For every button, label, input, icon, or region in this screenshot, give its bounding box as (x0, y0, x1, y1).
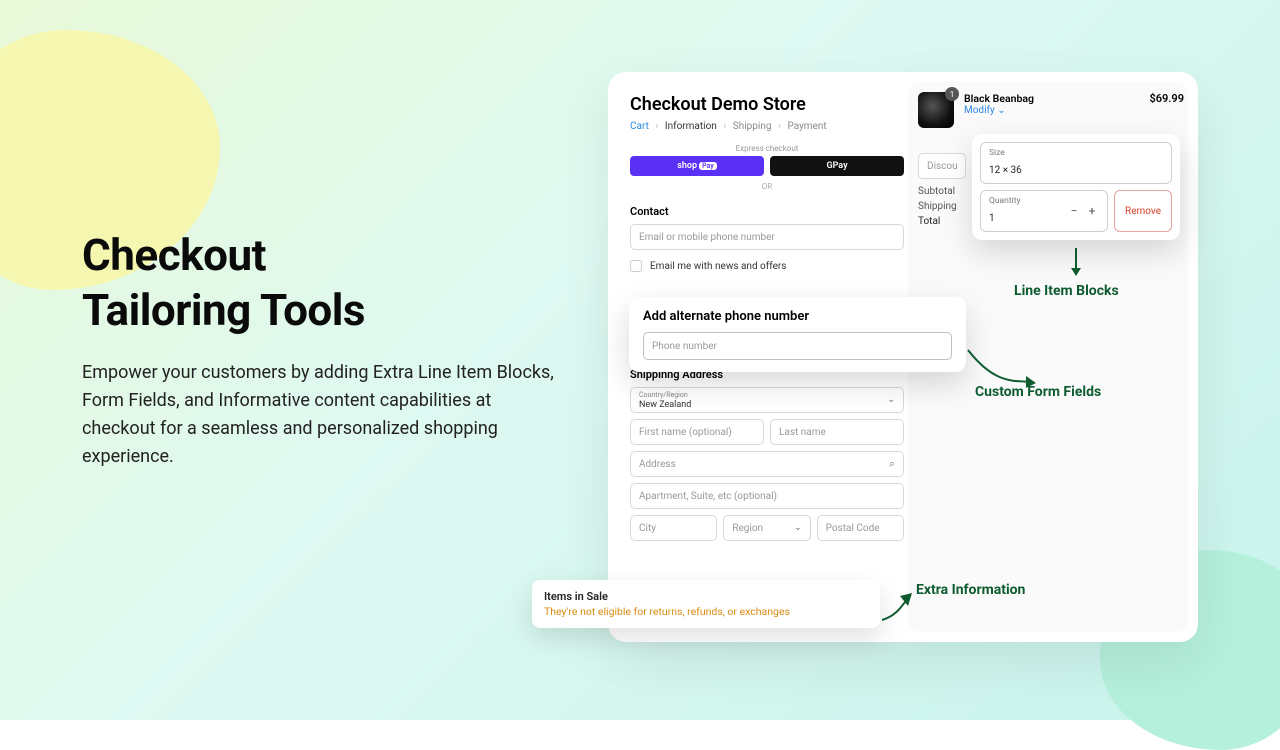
news-optin-checkbox[interactable] (630, 260, 642, 272)
size-field[interactable]: Size 12 × 36 (980, 142, 1172, 184)
minus-icon[interactable]: − (1067, 204, 1081, 218)
quantity-stepper[interactable]: Quantity 1 − + (980, 190, 1108, 232)
product-name: Black Beanbag (964, 92, 1034, 105)
shop-pay-button[interactable]: shopPay (630, 156, 764, 176)
chevron-right-icon: › (778, 121, 781, 132)
apartment-field[interactable]: Apartment, Suite, etc (optional) (630, 483, 904, 509)
page-title: Checkout Tailoring Tools (82, 228, 562, 337)
sale-note-body: They're not eligible for returns, refund… (544, 605, 868, 618)
chevron-right-icon: › (723, 121, 726, 132)
page-subtitle: Empower your customers by adding Extra L… (82, 359, 562, 471)
divider-or: OR (630, 182, 904, 191)
product-thumbnail: 1 (918, 92, 954, 128)
crumb-information[interactable]: Information (665, 121, 717, 132)
country-select[interactable]: Country/Region New Zealand ⌄ (630, 387, 904, 413)
arrow-icon (880, 592, 920, 626)
alt-phone-heading: Add alternate phone number (643, 309, 952, 324)
alt-phone-card: Add alternate phone number Phone number (629, 297, 966, 372)
extra-info-card: Items in Sale They're not eligible for r… (532, 580, 880, 628)
hero: Checkout Tailoring Tools Empower your cu… (82, 228, 562, 471)
first-name-field[interactable]: First name (optional) (630, 419, 764, 445)
postal-code-field[interactable]: Postal Code (817, 515, 904, 541)
arrow-icon (1068, 248, 1088, 280)
chevron-down-icon: ⌄ (887, 395, 895, 405)
crumb-payment[interactable]: Payment (787, 121, 826, 132)
breadcrumb: Cart › Information › Shipping › Payment (630, 121, 904, 132)
crumb-cart[interactable]: Cart (630, 121, 649, 132)
phone-field[interactable]: Phone number (643, 332, 952, 360)
plus-icon[interactable]: + (1085, 204, 1099, 218)
annotation-line-items: Line Item Blocks (1014, 283, 1119, 299)
discount-code-field[interactable]: Discount (918, 153, 966, 179)
last-name-field[interactable]: Last name (770, 419, 904, 445)
chevron-down-icon: ⌄ (794, 523, 802, 533)
cart-line-item: 1 Black Beanbag Modify ⌄ $69.99 (918, 92, 1184, 128)
address-field[interactable]: Address ⌕ (630, 451, 904, 477)
sale-note-title: Items in Sale (544, 590, 868, 603)
crumb-shipping[interactable]: Shipping (733, 121, 772, 132)
news-optin-label: Email me with news and offers (650, 261, 786, 272)
quantity-badge: 1 (945, 87, 959, 101)
annotation-extra-info: Extra Information (916, 582, 1025, 598)
region-select[interactable]: Region ⌄ (723, 515, 810, 541)
modify-link[interactable]: Modify ⌄ (964, 105, 1034, 116)
express-checkout-label: Express checkout (630, 144, 904, 153)
chevron-right-icon: › (655, 121, 658, 132)
city-field[interactable]: City (630, 515, 717, 541)
line-item-editor: Size 12 × 36 Quantity 1 − + Remove (972, 134, 1180, 240)
arrow-icon (966, 346, 1046, 390)
email-field[interactable]: Email or mobile phone number (630, 224, 904, 250)
contact-heading: Contact (630, 205, 904, 218)
line-price: $69.99 (1149, 92, 1184, 105)
remove-button[interactable]: Remove (1114, 190, 1172, 232)
search-icon: ⌕ (889, 459, 895, 470)
google-pay-button[interactable]: G Pay (770, 156, 904, 176)
store-title: Checkout Demo Store (630, 94, 904, 115)
chevron-down-icon: ⌄ (997, 105, 1005, 116)
